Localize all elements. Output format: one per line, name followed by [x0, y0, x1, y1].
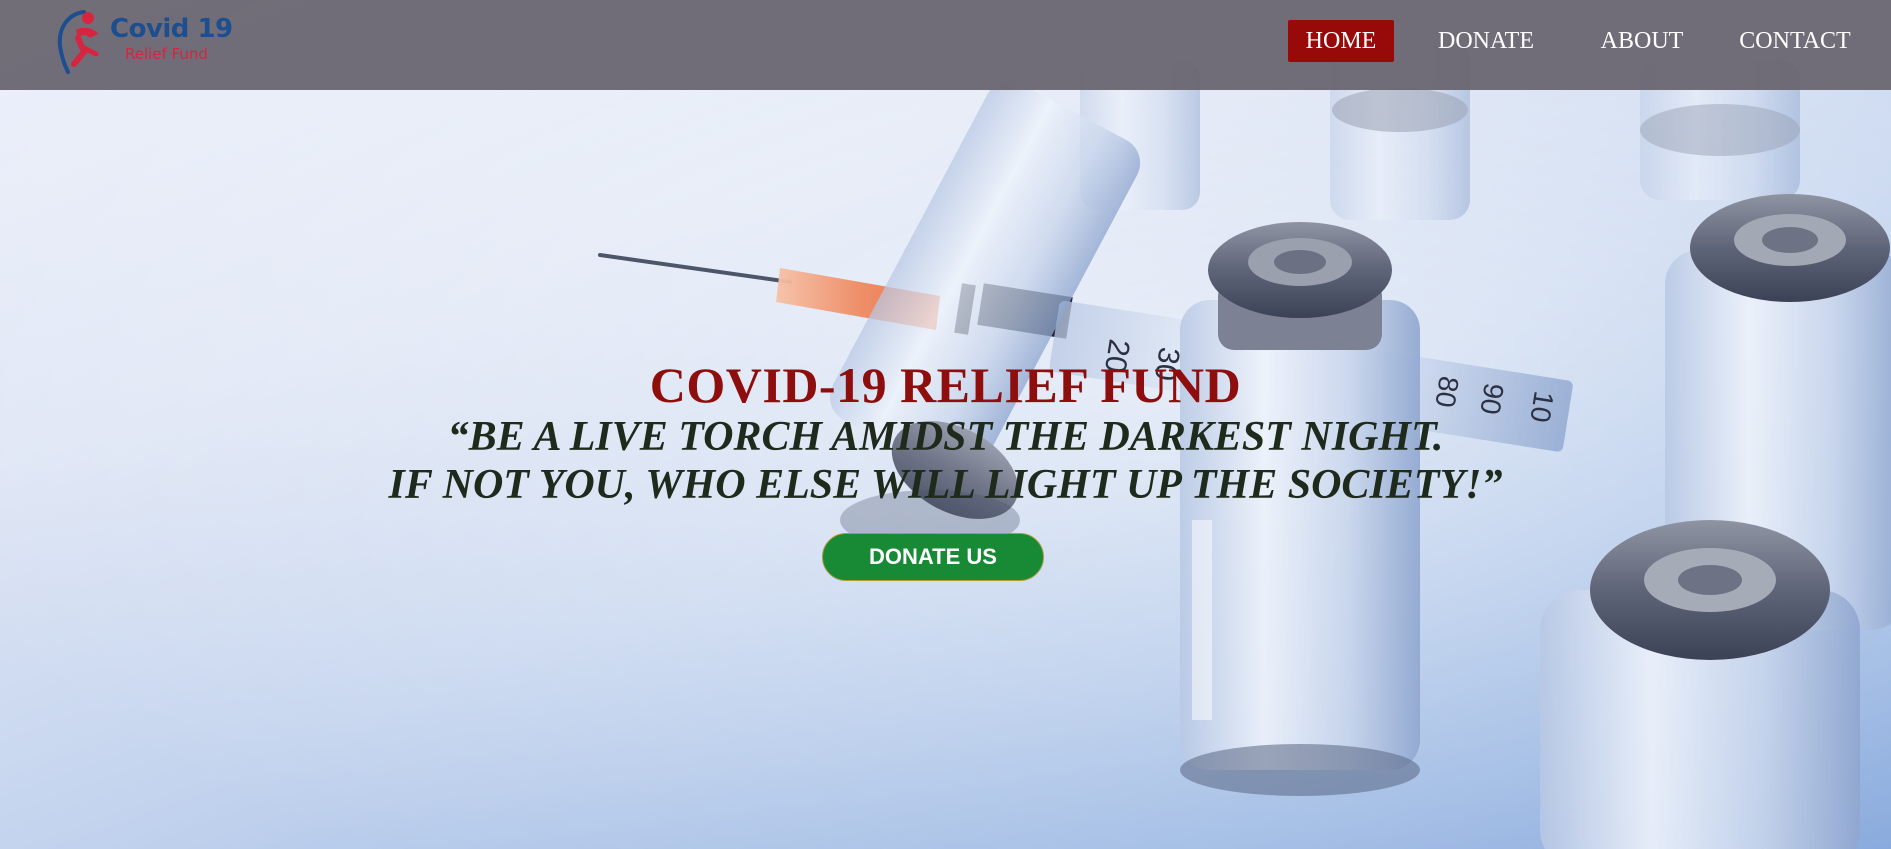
hero-quote-line-1: “BE A LIVE TORCH AMIDST THE DARKEST NIGH… — [447, 414, 1444, 460]
brand-title: Covid 19 — [110, 14, 233, 44]
nav-home[interactable]: HOME — [1288, 20, 1394, 62]
nav-about[interactable]: ABOUT — [1585, 20, 1699, 62]
running-figure-logo-icon — [57, 10, 99, 74]
hero-quote-line-2: IF NOT YOU, WHO ELSE WILL LIGHT UP THE S… — [388, 462, 1503, 508]
site-header: Covid 19 Relief Fund HOME DONATE ABOUT C… — [0, 0, 1891, 90]
hero-title: COVID-19 RELIEF FUND — [649, 357, 1242, 413]
donate-us-button[interactable]: DONATE US — [822, 533, 1044, 581]
page: 20 30 80 90 10 Covid 19 Relief Fund HOME… — [0, 0, 1891, 849]
nav-donate[interactable]: DONATE — [1424, 20, 1548, 62]
brand-logo[interactable]: Covid 19 Relief Fund — [54, 8, 234, 74]
nav-contact[interactable]: CONTACT — [1729, 20, 1861, 62]
brand-subtitle: Relief Fund — [125, 45, 208, 63]
center-vial — [1180, 222, 1420, 796]
hero-quote: “BE A LIVE TORCH AMIDST THE DARKEST NIGH… — [0, 413, 1891, 509]
